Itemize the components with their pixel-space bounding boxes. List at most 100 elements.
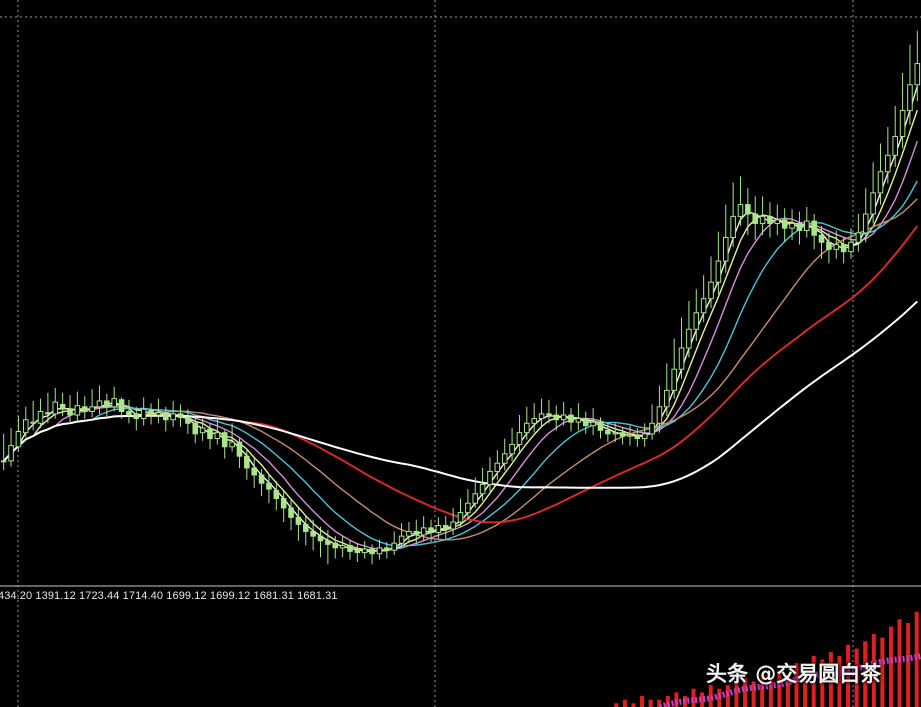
candle-body (538, 413, 545, 420)
indicator-bar (640, 696, 645, 707)
candle (89, 389, 95, 418)
moving-average-line (3, 109, 918, 552)
candle-body (914, 63, 921, 86)
candle-body (885, 154, 891, 173)
candle-body (361, 548, 368, 554)
candle (774, 204, 781, 236)
candle (582, 411, 589, 434)
candle (8, 427, 14, 467)
candle-body (833, 244, 840, 250)
watermark: 头条 @交易圆白茶 (706, 662, 882, 686)
candle-body (384, 547, 390, 551)
candle (855, 214, 862, 252)
moving-average-line (3, 86, 918, 553)
candle (148, 403, 154, 425)
candle-body (162, 412, 169, 421)
candle-body (877, 171, 884, 194)
candle (339, 536, 346, 558)
candle (199, 418, 206, 441)
candle-body (531, 418, 537, 424)
indicator-bar (888, 626, 893, 707)
moving-average-line (3, 140, 918, 551)
candle-body (840, 244, 847, 253)
candle-body (509, 443, 515, 455)
candle (288, 499, 294, 531)
candle-body (892, 135, 898, 156)
candle-body (664, 389, 670, 408)
candle-body (428, 527, 434, 534)
candle (126, 399, 132, 424)
candle-body (339, 545, 346, 549)
candle-body (354, 549, 361, 554)
candle (641, 423, 648, 447)
candle-body (229, 441, 235, 448)
candle-body (450, 521, 456, 530)
candle (538, 398, 545, 428)
candle (899, 72, 906, 149)
candle-body (759, 215, 766, 224)
candle (37, 398, 44, 428)
candle (111, 386, 117, 412)
candle-body (288, 507, 294, 518)
candle-body (730, 215, 736, 239)
candle-body (67, 408, 73, 416)
candle (442, 516, 449, 540)
candle-body (619, 432, 626, 437)
candle (236, 438, 243, 468)
candle-body (634, 434, 641, 440)
candle-body (568, 414, 574, 423)
candle-body (30, 421, 36, 424)
candle (140, 397, 147, 426)
candle-body (465, 502, 471, 514)
candle (840, 237, 847, 264)
candle-body (0, 460, 7, 463)
candle (347, 540, 353, 560)
candle-body (862, 213, 869, 234)
candle-body (671, 368, 677, 391)
candle-body (89, 406, 95, 413)
candle-body (678, 347, 685, 370)
candle (678, 317, 685, 379)
candle-body (722, 237, 729, 262)
candle-body (81, 406, 88, 413)
candle-body (597, 421, 604, 431)
candle-body (45, 412, 51, 415)
candle (52, 388, 59, 419)
candle-body (398, 535, 405, 544)
candle-body (560, 414, 567, 421)
candle-body (118, 399, 125, 413)
candle-body (752, 213, 759, 224)
candle-body (774, 219, 781, 224)
candle-body (693, 312, 700, 330)
candle-body (435, 525, 442, 534)
candle (767, 202, 773, 238)
candle (804, 206, 810, 238)
candle-body (899, 110, 906, 137)
candle-body (590, 421, 596, 427)
candle-body (104, 400, 110, 408)
candle (700, 275, 707, 323)
candles (0, 30, 921, 565)
candle-body (649, 422, 655, 435)
candle (619, 426, 626, 445)
candle (752, 196, 759, 240)
candle (391, 531, 397, 555)
candle (686, 301, 692, 358)
candle (325, 530, 331, 565)
candle-body (804, 220, 810, 231)
candle-body (826, 241, 832, 250)
candle (575, 403, 582, 431)
candle-body (796, 222, 803, 231)
candle-body (406, 530, 412, 537)
candle-body (15, 431, 22, 448)
candle-body (848, 241, 854, 253)
candle-body (627, 434, 633, 437)
candle-body (317, 535, 324, 542)
candle-body (605, 429, 611, 435)
candle (406, 522, 412, 544)
candle (23, 406, 29, 438)
candle (730, 182, 736, 247)
candle-body (140, 408, 147, 420)
moving-average-line (3, 180, 918, 547)
candle (531, 403, 537, 433)
